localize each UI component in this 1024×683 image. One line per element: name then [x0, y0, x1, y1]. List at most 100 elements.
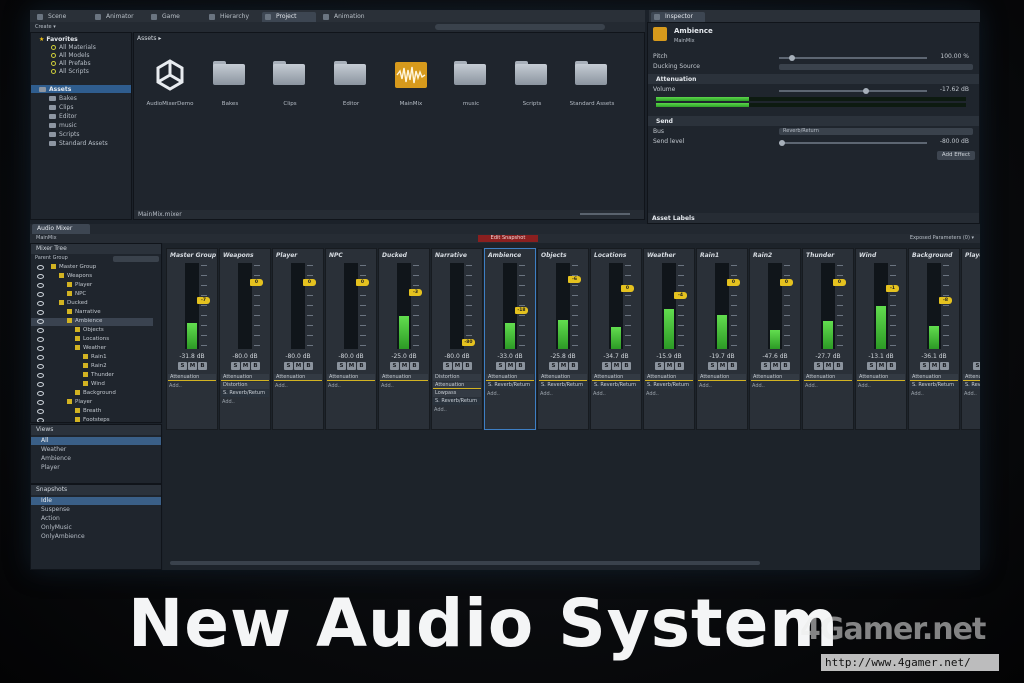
slider-knob[interactable] [789, 55, 795, 61]
mute-button[interactable]: M [930, 362, 939, 370]
mute-button[interactable]: M [718, 362, 727, 370]
solo-button[interactable]: S [337, 362, 346, 370]
send-slot[interactable]: S. Reverb/Return [539, 382, 587, 389]
solo-button[interactable]: S [496, 362, 505, 370]
solo-button[interactable]: S [867, 362, 876, 370]
mixer-tree-item[interactable]: Footsteps [31, 417, 153, 422]
effect-slot[interactable]: Attenuation [433, 382, 481, 389]
effect-slot[interactable]: Distortion [433, 374, 481, 381]
eye-icon[interactable] [37, 274, 44, 279]
bypass-button[interactable]: B [781, 362, 790, 370]
bypass-button[interactable]: B [887, 362, 896, 370]
group-checkbox[interactable] [75, 408, 80, 413]
solo-button[interactable]: S [284, 362, 293, 370]
fader-handle[interactable]: 0 [250, 279, 263, 286]
fader-handle[interactable]: 0 [356, 279, 369, 286]
effect-slot[interactable]: Attenuation [380, 374, 428, 381]
group-checkbox[interactable] [67, 282, 72, 287]
fader-handle[interactable]: 0 [833, 279, 846, 286]
solo-button[interactable]: S [973, 362, 980, 370]
solo-button[interactable]: S [920, 362, 929, 370]
mixer-tree-item[interactable]: Player [31, 399, 153, 407]
snapshot-onlyambience[interactable]: OnlyAmbience [41, 533, 85, 540]
mute-button[interactable]: M [506, 362, 515, 370]
bypass-button[interactable]: B [675, 362, 684, 370]
effect-slot[interactable]: Attenuation [645, 374, 693, 381]
pitch-value[interactable]: 100.00 % [940, 53, 969, 60]
folder-clips[interactable]: Clips [49, 104, 73, 111]
mute-button[interactable]: M [188, 362, 197, 370]
asset-scripts[interactable]: Scripts [501, 57, 563, 117]
mixer-tree-item[interactable]: Rain1 [31, 354, 153, 362]
add-effect-slot[interactable]: Add.. [169, 383, 182, 389]
add-effect-slot[interactable]: Add.. [540, 391, 553, 397]
send-slot[interactable]: S. Reverb/Return [910, 382, 958, 389]
mixer-channel-strip[interactable]: Narrative -80 -80.0 dB S M B Distortion Attenua… [431, 248, 483, 430]
effect-slot[interactable]: Attenuation [698, 374, 746, 381]
folder-editor[interactable]: Editor [49, 113, 77, 120]
eye-icon[interactable] [37, 391, 44, 396]
group-checkbox[interactable] [75, 336, 80, 341]
asset-music[interactable]: music [440, 57, 502, 117]
group-checkbox[interactable] [59, 300, 64, 305]
mixer-channel-strip[interactable]: Ducked -3 -25.0 dB S M B Attenuation Add.. [378, 248, 430, 430]
effect-slot[interactable]: Attenuation [857, 374, 905, 381]
asset-standard-assets[interactable]: Standard Assets [561, 57, 623, 117]
snapshot-suspense[interactable]: Suspense [41, 506, 70, 513]
mixer-channel-strip[interactable]: Ambience -18 -33.0 dB S M B Attenuation S. Reve… [484, 248, 536, 430]
bypass-button[interactable]: B [251, 362, 260, 370]
solo-button[interactable]: S [231, 362, 240, 370]
view-ambience[interactable]: Ambience [41, 455, 71, 462]
mute-button[interactable]: M [559, 362, 568, 370]
eye-icon[interactable] [37, 301, 44, 306]
asset-editor[interactable]: Editor [320, 57, 382, 117]
effect-slot[interactable]: Attenuation [804, 374, 852, 381]
ducking-dropdown[interactable] [779, 64, 973, 70]
effect-slot[interactable]: Attenuation [221, 374, 269, 381]
mute-button[interactable]: M [771, 362, 780, 370]
group-checkbox[interactable] [83, 372, 88, 377]
snapshot-action[interactable]: Action [41, 515, 60, 522]
fader-handle[interactable]: 0 [621, 285, 634, 292]
folder-bakes[interactable]: Bakes [49, 95, 77, 102]
fader-handle[interactable]: 0 [727, 279, 740, 286]
breadcrumb[interactable]: Assets ▸ [137, 35, 161, 42]
fader-handle[interactable]: 0 [780, 279, 793, 286]
asset-clips[interactable]: Clips [259, 57, 321, 117]
mute-button[interactable]: M [824, 362, 833, 370]
asset-audiomixerdemo[interactable]: AudioMixerDemo [139, 57, 201, 117]
group-checkbox[interactable] [67, 309, 72, 314]
mute-button[interactable]: M [877, 362, 886, 370]
mixer-channel-strip[interactable]: Rain1 0 -19.7 dB S M B Attenuation Add.. [696, 248, 748, 430]
mute-button[interactable]: M [294, 362, 303, 370]
mute-button[interactable]: M [665, 362, 674, 370]
group-checkbox[interactable] [51, 264, 56, 269]
fader-handle[interactable]: -7 [197, 297, 210, 304]
group-checkbox[interactable] [83, 363, 88, 368]
bypass-button[interactable]: B [622, 362, 631, 370]
add-effect-button[interactable]: Add Effect [937, 151, 975, 160]
snapshot-idle[interactable]: Idle [41, 497, 52, 504]
view-weather[interactable]: Weather [41, 446, 66, 453]
tab-animation[interactable]: Animation [320, 12, 365, 22]
bypass-button[interactable]: B [834, 362, 843, 370]
solo-button[interactable]: S [602, 362, 611, 370]
mixer-channel-strip[interactable]: PlayerSMBAttenuationS. Reverb/ReturnAdd.… [961, 248, 980, 430]
mixer-channel-strip[interactable]: NPC 0 -80.0 dB S M B Attenuation Add.. [325, 248, 377, 430]
add-effect-slot[interactable]: Add.. [699, 383, 712, 389]
mute-button[interactable]: M [612, 362, 621, 370]
asset-mainmix[interactable]: MainMix [380, 57, 442, 117]
add-effect-slot[interactable]: Add.. [911, 391, 924, 397]
bypass-button[interactable]: B [304, 362, 313, 370]
mixer-tree-item[interactable]: Weather [31, 345, 153, 353]
effect-slot[interactable]: Attenuation [910, 374, 958, 381]
mixer-tree-item[interactable]: Background [31, 390, 153, 398]
slider-knob[interactable] [863, 88, 869, 94]
group-checkbox[interactable] [75, 345, 80, 350]
favorite-all-prefabs[interactable]: All Prefabs [51, 60, 91, 67]
bus-dropdown[interactable]: Reverb/Return [779, 128, 973, 135]
add-effect-slot[interactable]: Add.. [593, 391, 606, 397]
eye-icon[interactable] [37, 409, 44, 414]
bypass-button[interactable]: B [569, 362, 578, 370]
tab-game[interactable]: Game [148, 12, 180, 22]
